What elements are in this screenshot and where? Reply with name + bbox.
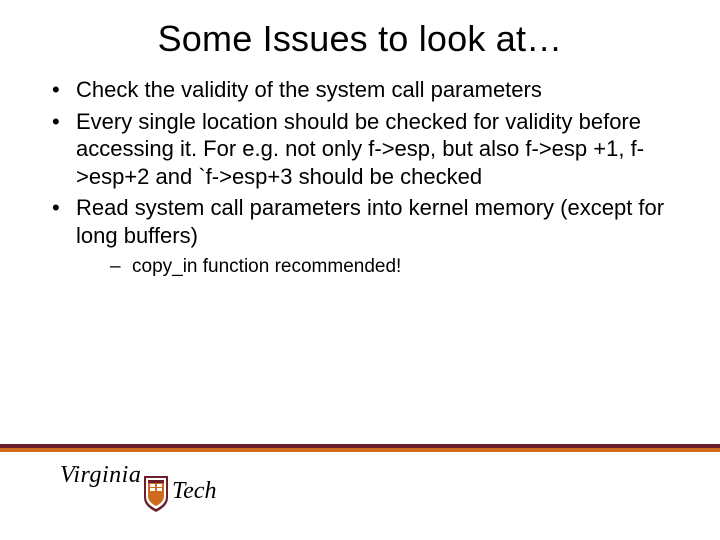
bullet-text: Every single location should be checked … <box>76 109 644 189</box>
bullet-item: Check the validity of the system call pa… <box>48 76 672 104</box>
footer-divider <box>0 444 720 452</box>
slide-title: Some Issues to look at… <box>0 0 720 66</box>
slide-body: Check the validity of the system call pa… <box>0 66 720 279</box>
logo-word-virginia: Virginia <box>60 462 141 489</box>
bullet-text: Check the validity of the system call pa… <box>76 77 542 102</box>
vt-shield-icon <box>142 476 170 512</box>
slide: Some Issues to look at… Check the validi… <box>0 0 720 540</box>
virginia-tech-logo: Virginia Tech <box>60 462 280 512</box>
bullet-list: Check the validity of the system call pa… <box>48 76 672 279</box>
bullet-item: Read system call parameters into kernel … <box>48 194 672 279</box>
logo-word-tech: Tech <box>172 478 216 505</box>
sub-bullet-text: copy_in function recommended! <box>132 256 401 277</box>
sub-bullet-list: copy_in function recommended! <box>76 255 672 279</box>
sub-bullet-item: copy_in function recommended! <box>110 255 672 279</box>
bullet-text: Read system call parameters into kernel … <box>76 195 664 248</box>
bullet-item: Every single location should be checked … <box>48 108 672 191</box>
footer-divider-orange <box>0 448 720 452</box>
